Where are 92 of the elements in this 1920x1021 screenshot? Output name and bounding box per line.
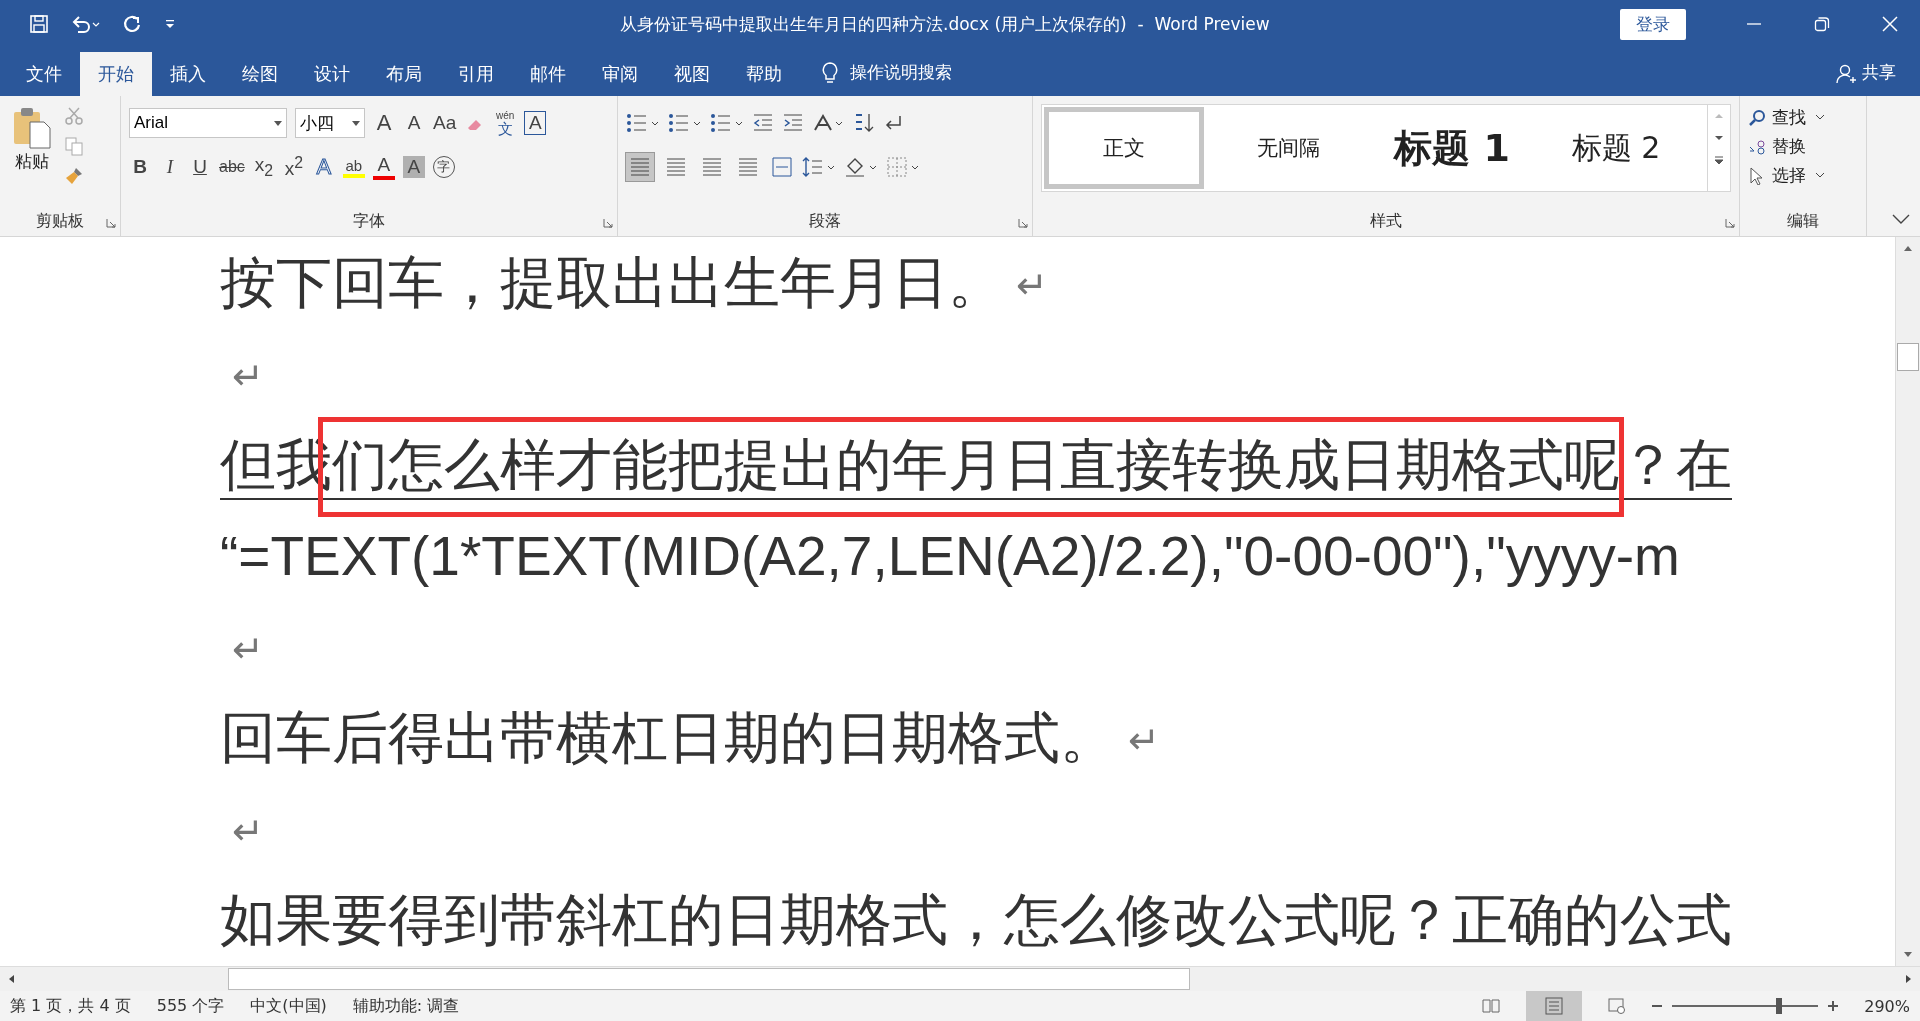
list-icon[interactable] bbox=[710, 112, 744, 134]
tell-me-search[interactable]: 操作说明搜索 bbox=[850, 61, 952, 84]
redo-icon[interactable] bbox=[122, 14, 142, 34]
window-title: 从身份证号码中提取出生年月日的四种方法.docx (用户上次保存的) - Word Preview bbox=[620, 12, 1270, 36]
dialog-launcher-icon[interactable] bbox=[1018, 218, 1028, 228]
font-color-button[interactable]: A bbox=[372, 154, 395, 180]
format-button[interactable]: x$_{2}$ bbox=[252, 154, 275, 180]
grow-font-button[interactable]: A bbox=[373, 110, 395, 136]
change-case-button[interactable]: Aa bbox=[433, 112, 457, 134]
scroll-thumb[interactable] bbox=[1897, 343, 1919, 371]
caret-icon bbox=[1816, 173, 1824, 178]
group-label: 段落 bbox=[808, 210, 842, 232]
format-button[interactable]: U bbox=[189, 156, 211, 178]
ribbon-tab[interactable]: 视图 bbox=[656, 52, 728, 96]
undo-icon[interactable] bbox=[70, 15, 100, 33]
ribbon-tab[interactable]: 邮件 bbox=[512, 52, 584, 96]
replace-icon bbox=[1748, 137, 1766, 156]
paragraph-mark: ↵ bbox=[232, 353, 264, 398]
sign-in-button[interactable]: 登录 bbox=[1620, 8, 1686, 40]
style-item[interactable]: 正文 bbox=[1044, 107, 1204, 189]
clipboard-icon[interactable] bbox=[12, 106, 52, 150]
zoom-level[interactable]: 290% bbox=[1864, 996, 1910, 1016]
list-icon[interactable] bbox=[668, 112, 702, 134]
read-mode-icon[interactable] bbox=[1482, 998, 1501, 1014]
bucket-icon[interactable] bbox=[844, 156, 878, 178]
document-text: 如果要得到带斜杠的日期格式，怎么修改公式呢？正确的公式 bbox=[220, 888, 1732, 955]
brush-icon[interactable] bbox=[64, 166, 84, 186]
dialog-launcher-icon[interactable] bbox=[603, 218, 613, 228]
ribbon-tab[interactable]: 绘图 bbox=[224, 52, 296, 96]
font-size-field[interactable]: 小四 bbox=[295, 108, 365, 138]
ribbon-tab[interactable]: 引用 bbox=[440, 52, 512, 96]
document-text: 按下回车，提取出出生年月日。 bbox=[220, 251, 1004, 318]
phonetic-guide-button[interactable]: wén 文 bbox=[494, 110, 517, 136]
web-layout-icon[interactable] bbox=[1608, 998, 1627, 1014]
ribbon-tab[interactable]: 文件 bbox=[8, 52, 80, 96]
status-text[interactable]: 中文(中国) bbox=[250, 995, 327, 1017]
increase-indent-icon[interactable] bbox=[782, 112, 804, 134]
paragraph-mark: ↵ bbox=[1128, 717, 1160, 762]
close-icon[interactable] bbox=[1882, 16, 1898, 32]
group-label: 字体 bbox=[352, 210, 386, 232]
save-icon[interactable] bbox=[30, 15, 48, 33]
ribbon-tab[interactable]: 设计 bbox=[296, 52, 368, 96]
person-icon[interactable] bbox=[1836, 64, 1856, 84]
ribbon-tab[interactable]: 布局 bbox=[368, 52, 440, 96]
decrease-indent-icon[interactable] bbox=[752, 112, 774, 134]
format-button[interactable]: abc bbox=[219, 158, 245, 176]
status-text[interactable]: 第 1 页，共 4 页 bbox=[10, 995, 131, 1017]
ribbon-tab[interactable]: 插入 bbox=[152, 52, 224, 96]
dialog-launcher-icon[interactable] bbox=[106, 218, 116, 228]
status-text[interactable]: 辅助功能: 调查 bbox=[352, 995, 460, 1017]
paragraph-mark: ↵ bbox=[1016, 262, 1048, 307]
document-text: “=TEXT(1*TEXT(MID(A2,7,LEN(A2)/2.2),"0-00-00"),"yyyy-m bbox=[220, 524, 1680, 589]
character-border-button[interactable]: A bbox=[524, 111, 547, 135]
group-label: 编辑 bbox=[1786, 210, 1820, 232]
ribbon-tab[interactable]: 审阅 bbox=[584, 52, 656, 96]
highlight-button[interactable]: ab bbox=[342, 156, 365, 178]
document-text: 回车后得出带横杠日期的日期格式。 bbox=[220, 706, 1116, 773]
customize-icon[interactable] bbox=[164, 18, 176, 30]
caret-icon[interactable] bbox=[352, 120, 360, 126]
group-label: 样式 bbox=[1369, 210, 1403, 232]
format-button[interactable]: I bbox=[159, 156, 181, 178]
group-label: 剪贴板 bbox=[35, 210, 85, 232]
format-button[interactable]: x$^{2}$ bbox=[282, 153, 305, 181]
editing-button[interactable]: 选择 bbox=[1748, 164, 1858, 187]
format-button[interactable]: B bbox=[129, 156, 151, 178]
style-item[interactable]: 标题 1 bbox=[1372, 107, 1532, 189]
style-item[interactable]: 标题 2 bbox=[1536, 107, 1696, 189]
restore-icon[interactable] bbox=[1814, 16, 1830, 32]
ribbon-tab[interactable]: 帮助 bbox=[728, 52, 800, 96]
dialog-launcher-icon[interactable] bbox=[1725, 218, 1735, 228]
paste-button[interactable]: 粘贴 bbox=[8, 102, 56, 208]
shading-button[interactable]: A bbox=[402, 156, 425, 178]
share-button[interactable]: 共享 bbox=[1862, 61, 1896, 84]
caret-icon[interactable] bbox=[274, 120, 282, 126]
caret-icon bbox=[1816, 115, 1824, 120]
paragraph-mark: ↵ bbox=[232, 626, 264, 671]
shrink-font-button[interactable]: A bbox=[403, 112, 425, 134]
editing-button[interactable]: 替换 bbox=[1748, 135, 1858, 158]
horizontal-scrollbar[interactable] bbox=[0, 966, 1920, 991]
editing-button[interactable]: 查找 bbox=[1748, 106, 1858, 129]
vertical-scrollbar[interactable] bbox=[1895, 237, 1920, 966]
ribbon-tab[interactable]: 开始 bbox=[80, 52, 152, 96]
line-spacing-icon[interactable] bbox=[802, 156, 836, 178]
collapse-ribbon-icon[interactable] bbox=[1892, 214, 1910, 224]
font-name-field[interactable]: Arial bbox=[129, 108, 287, 138]
paragraph-mark: ↵ bbox=[232, 808, 264, 853]
list-icon[interactable] bbox=[626, 112, 660, 134]
lightbulb-icon bbox=[822, 62, 838, 84]
style-item[interactable]: 无间隔 bbox=[1208, 107, 1368, 189]
zoom-thumb[interactable] bbox=[1775, 998, 1782, 1014]
status-text[interactable]: 555 个字 bbox=[156, 995, 225, 1017]
search-icon bbox=[1748, 108, 1766, 127]
